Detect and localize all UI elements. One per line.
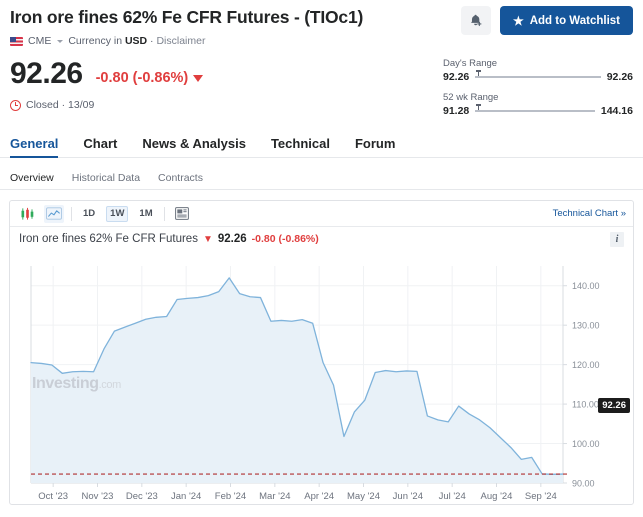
chart-last-price: 92.26: [218, 233, 247, 245]
price-change-text: -0.80 (-0.86%): [96, 70, 189, 86]
chart-toolbar: 1D 1W 1M Technical Chart »: [10, 201, 633, 227]
svg-text:Sep '24: Sep '24: [525, 491, 557, 502]
triangle-down-icon: [193, 75, 203, 82]
us-flag-icon: [10, 37, 23, 46]
chart-instrument-name: Iron ore fines 62% Fe CFR Futures: [19, 233, 198, 245]
interval-1d-button[interactable]: 1D: [79, 206, 99, 222]
week52-range-block: 52 wk Range 91.28 144.16: [443, 92, 633, 117]
create-alert-button[interactable]: [461, 6, 491, 35]
header-actions: ★ Add to Watchlist: [461, 6, 633, 35]
svg-text:Aug '24: Aug '24: [481, 491, 513, 502]
svg-text:Mar '24: Mar '24: [259, 491, 290, 502]
disclaimer-link[interactable]: Disclaimer: [156, 35, 205, 47]
star-icon: ★: [513, 15, 524, 27]
svg-text:130.00: 130.00: [572, 321, 600, 331]
week52-range-marker: [478, 105, 480, 110]
toolbar-divider: [71, 207, 72, 221]
week52-range-bar: 91.28 144.16: [443, 105, 633, 117]
bell-add-icon: [469, 14, 483, 28]
chart-price-change: -0.80 (-0.86%): [252, 233, 319, 245]
add-to-watchlist-button[interactable]: ★ Add to Watchlist: [500, 6, 633, 35]
currency-label: Currency in USD · Disclaimer: [68, 35, 205, 47]
svg-text:Jun '24: Jun '24: [393, 491, 423, 502]
days-range-bar: 92.26 92.26: [443, 71, 633, 83]
days-range-block: Day's Range 92.26 92.26: [443, 58, 633, 83]
exchange-row: CME Currency in USD · Disclaimer: [10, 35, 633, 47]
add-to-watchlist-label: Add to Watchlist: [530, 15, 620, 27]
tab-technical[interactable]: Technical: [271, 136, 330, 157]
svg-text:Nov '23: Nov '23: [82, 491, 114, 502]
exchange-name: CME: [28, 35, 51, 47]
subtab-contracts[interactable]: Contracts: [158, 172, 203, 189]
svg-text:140.00: 140.00: [572, 281, 600, 291]
currency-prefix: Currency in: [68, 35, 122, 47]
news-toggle-button[interactable]: [172, 205, 192, 223]
clock-icon: [10, 100, 21, 111]
currency-code: USD: [125, 35, 147, 47]
last-price: 92.26: [10, 58, 83, 90]
technical-chart-link[interactable]: Technical Chart »: [553, 208, 626, 219]
dot-separator: ·: [150, 35, 154, 47]
news-toggle-icon: [175, 207, 189, 220]
week52-range-label: 52 wk Range: [443, 92, 633, 103]
info-icon[interactable]: i: [610, 232, 624, 247]
chart-subheader: Iron ore fines 62% Fe CFR Futures ▼ 92.2…: [10, 227, 633, 251]
svg-text:120.00: 120.00: [572, 360, 600, 370]
svg-text:Jan '24: Jan '24: [171, 491, 201, 502]
days-range-marker: [478, 71, 480, 76]
svg-text:Feb '24: Feb '24: [215, 491, 246, 502]
interval-1w-button[interactable]: 1W: [106, 206, 128, 222]
toolbar-divider-2: [164, 207, 165, 221]
chart-plot-area[interactable]: 140.00 130.00 120.00 110.00 100.00 90.00 Oct '…: [10, 252, 633, 504]
tab-chart[interactable]: Chart: [83, 136, 117, 157]
current-price-badge: 92.26: [598, 398, 630, 413]
market-status-text: Closed · 13/09: [26, 99, 94, 111]
svg-text:90.00: 90.00: [572, 479, 595, 489]
svg-text:Jul '24: Jul '24: [439, 491, 466, 502]
svg-text:Apr '24: Apr '24: [304, 491, 334, 502]
price-area-chart[interactable]: 140.00 130.00 120.00 110.00 100.00 90.00 Oct '…: [10, 252, 635, 504]
svg-text:100.00: 100.00: [572, 439, 600, 449]
chart-card: 1D 1W 1M Technical Chart » Iron ore fine…: [9, 200, 634, 505]
subtab-historical-data[interactable]: Historical Data: [72, 172, 140, 189]
days-range-label: Day's Range: [443, 58, 633, 69]
svg-text:May '24: May '24: [347, 491, 380, 502]
price-change: -0.80 (-0.86%): [96, 70, 204, 90]
svg-text:Oct '23: Oct '23: [38, 491, 68, 502]
sub-tabs: Overview Historical Data Contracts: [0, 168, 643, 190]
candlestick-chart-button[interactable]: [17, 205, 37, 223]
week52-range-high: 144.16: [601, 105, 633, 117]
week52-range-low: 91.28: [443, 105, 469, 117]
svg-text:110.00: 110.00: [572, 400, 599, 410]
arrow-down-icon: ▼: [203, 234, 213, 245]
tab-news-analysis[interactable]: News & Analysis: [142, 136, 246, 157]
tab-general[interactable]: General: [10, 136, 58, 157]
week52-range-track[interactable]: [475, 110, 595, 112]
days-range-high: 92.26: [607, 71, 633, 83]
subtab-overview[interactable]: Overview: [10, 172, 54, 189]
days-range-low: 92.26: [443, 71, 469, 83]
chevron-down-icon[interactable]: [57, 40, 63, 43]
candlestick-chart-icon: [20, 207, 35, 221]
main-tabs: General Chart News & Analysis Technical …: [0, 131, 643, 158]
tab-forum[interactable]: Forum: [355, 136, 395, 157]
line-chart-button[interactable]: [44, 205, 64, 223]
range-panel: Day's Range 92.26 92.26 52 wk Range 91.2…: [443, 58, 633, 126]
line-chart-icon: [46, 207, 62, 220]
svg-text:Dec '23: Dec '23: [126, 491, 158, 502]
interval-1m-button[interactable]: 1M: [135, 206, 156, 222]
days-range-track[interactable]: [475, 76, 600, 78]
